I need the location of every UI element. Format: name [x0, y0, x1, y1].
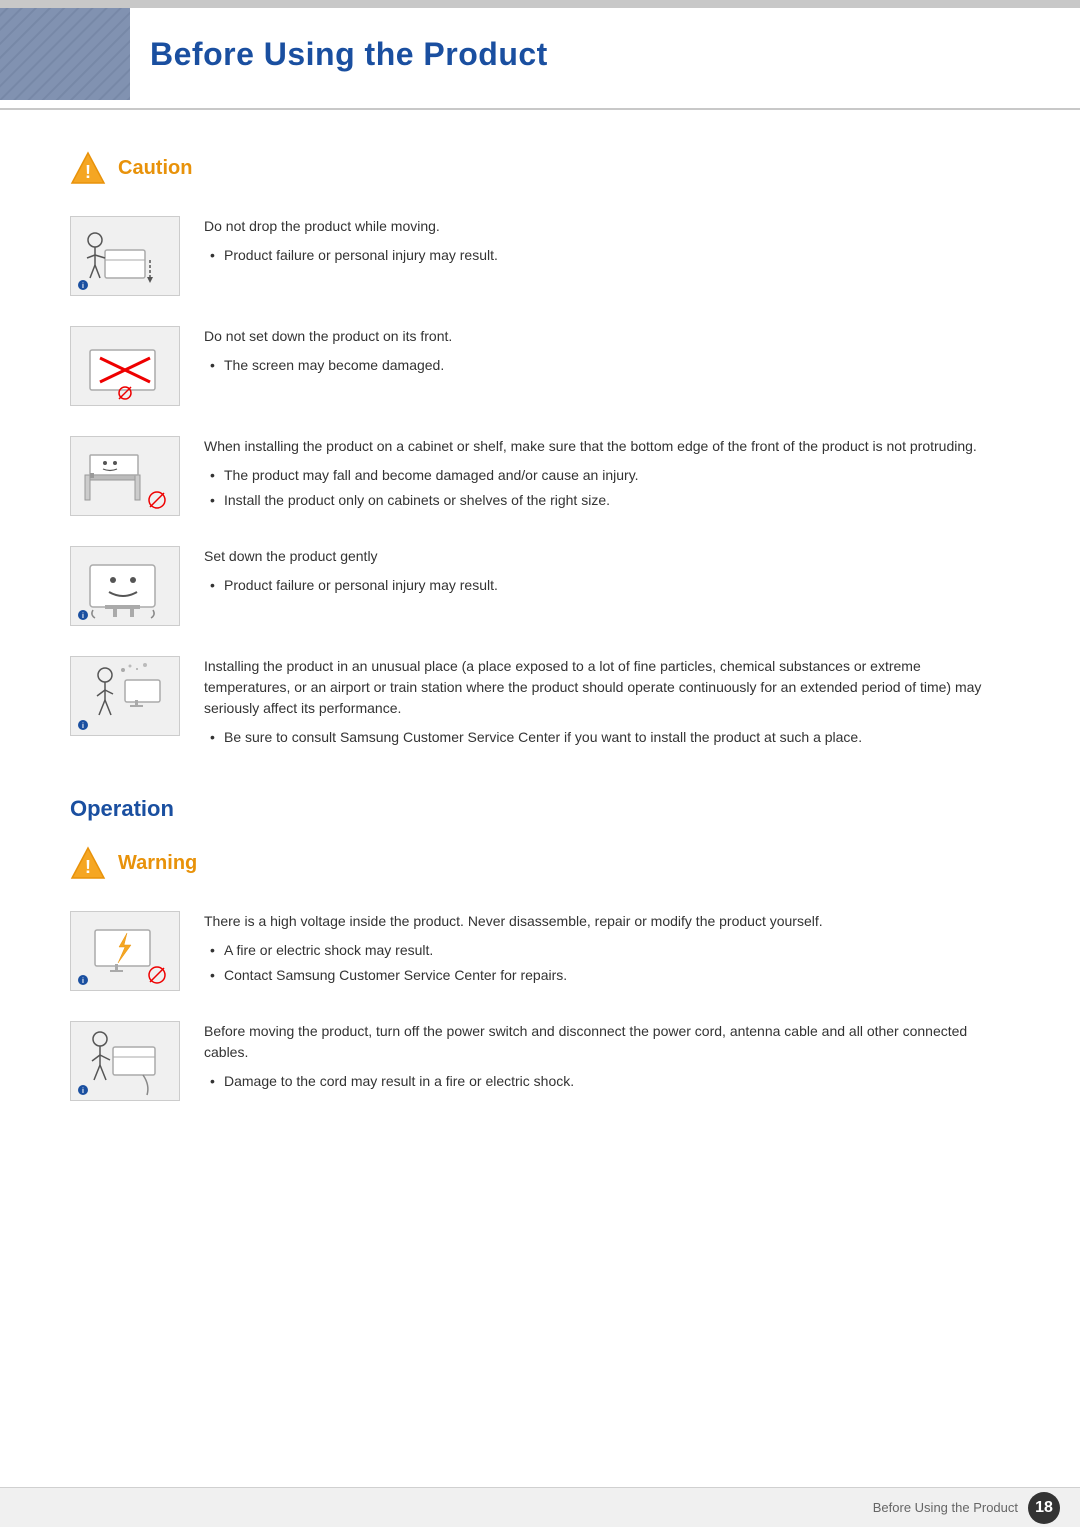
warning-moving-main: Before moving the product, turn off the …	[204, 1021, 1010, 1063]
warning-moving-bullet-0: Damage to the cord may result in a fire …	[204, 1071, 1010, 1092]
warning-voltage-main: There is a high voltage inside the produ…	[204, 911, 1010, 932]
caution-moving-bullet-0: Product failure or personal injury may r…	[204, 245, 1010, 266]
illustration-moving-cables: i	[70, 1021, 180, 1101]
caution-front-bullet-0: The screen may become damaged.	[204, 355, 1010, 376]
caution-icon: !	[70, 150, 106, 186]
illustration-front-down	[70, 326, 180, 406]
page-footer: Before Using the Product 18	[0, 1487, 1080, 1527]
caution-front-bullets: The screen may become damaged.	[204, 355, 1010, 376]
warning-item-voltage-content: There is a high voltage inside the produ…	[204, 911, 1010, 990]
caution-item-gently: i Set down the product gently Product fa…	[70, 546, 1010, 626]
svg-text:!: !	[85, 857, 91, 877]
warning-voltage-bullet-1: Contact Samsung Customer Service Center …	[204, 965, 1010, 986]
warning-voltage-bullet-0: A fire or electric shock may result.	[204, 940, 1010, 961]
warning-item-moving-content: Before moving the product, turn off the …	[204, 1021, 1010, 1096]
caution-item-cabinet: When installing the product on a cabinet…	[70, 436, 1010, 516]
caution-moving-main: Do not drop the product while moving.	[204, 216, 1010, 237]
caution-item-gently-content: Set down the product gently Product fail…	[204, 546, 1010, 600]
caution-unusual-bullets: Be sure to consult Samsung Customer Serv…	[204, 727, 1010, 748]
footer-text: Before Using the Product	[873, 1498, 1018, 1518]
svg-text:i: i	[82, 1088, 84, 1095]
caution-moving-bullets: Product failure or personal injury may r…	[204, 245, 1010, 266]
illustration-gently: i	[70, 546, 180, 626]
page-header: Before Using the Product	[0, 0, 1080, 110]
caution-section-heading: ! Caution	[70, 150, 1010, 186]
caution-front-main: Do not set down the product on its front…	[204, 326, 1010, 347]
caution-cabinet-bullet-0: The product may fall and become damaged …	[204, 465, 1010, 486]
illustration-cabinet	[70, 436, 180, 516]
main-content: ! Caution i	[0, 150, 1080, 1211]
operation-label: Operation	[70, 796, 174, 821]
svg-text:i: i	[82, 283, 84, 290]
page-number: 18	[1028, 1492, 1060, 1524]
caution-item-cabinet-content: When installing the product on a cabinet…	[204, 436, 1010, 515]
caution-gently-bullets: Product failure or personal injury may r…	[204, 575, 1010, 596]
warning-item-voltage: i There is a high voltage inside the pro…	[70, 911, 1010, 991]
caution-item-moving-content: Do not drop the product while moving. Pr…	[204, 216, 1010, 270]
caution-unusual-bullet-0: Be sure to consult Samsung Customer Serv…	[204, 727, 1010, 748]
caution-item-unusual: i Installing the product in an unusual p…	[70, 656, 1010, 752]
operation-heading: Operation	[70, 792, 1010, 825]
svg-text:i: i	[82, 613, 84, 620]
caution-item-front-content: Do not set down the product on its front…	[204, 326, 1010, 380]
caution-gently-bullet-0: Product failure or personal injury may r…	[204, 575, 1010, 596]
caution-item-unusual-content: Installing the product in an unusual pla…	[204, 656, 1010, 752]
svg-text:i: i	[82, 978, 84, 985]
svg-text:i: i	[82, 723, 84, 730]
caution-cabinet-main: When installing the product on a cabinet…	[204, 436, 1010, 457]
caution-gently-main: Set down the product gently	[204, 546, 1010, 567]
caution-cabinet-bullet-1: Install the product only on cabinets or …	[204, 490, 1010, 511]
warning-item-moving: i Before moving the product, turn off th…	[70, 1021, 1010, 1101]
caution-cabinet-bullets: The product may fall and become damaged …	[204, 465, 1010, 511]
illustration-moving: i	[70, 216, 180, 296]
illustration-voltage: i	[70, 911, 180, 991]
warning-section-heading: ! Warning	[70, 845, 1010, 881]
warning-label: Warning	[118, 848, 197, 878]
illustration-unusual: i	[70, 656, 180, 736]
page-title: Before Using the Product	[150, 30, 1020, 78]
warning-voltage-bullets: A fire or electric shock may result. Con…	[204, 940, 1010, 986]
caution-item-moving: i Do not drop the product while moving. …	[70, 216, 1010, 296]
caution-unusual-main: Installing the product in an unusual pla…	[204, 656, 1010, 719]
caution-item-front: Do not set down the product on its front…	[70, 326, 1010, 406]
caution-label: Caution	[118, 153, 192, 183]
svg-text:!: !	[85, 162, 91, 182]
warning-moving-bullets: Damage to the cord may result in a fire …	[204, 1071, 1010, 1092]
warning-icon: !	[70, 845, 106, 881]
